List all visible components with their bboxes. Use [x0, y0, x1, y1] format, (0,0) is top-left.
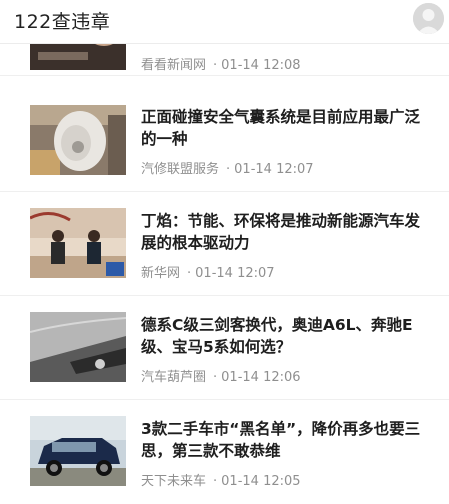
news-item[interactable]: 丁焰：节能、环保将是推动新能源汽车发展的根本驱动力 新华网 · 01-14 12:0…	[0, 192, 449, 296]
news-thumbnail[interactable]	[30, 416, 126, 486]
news-source: 看看新闻网	[141, 58, 207, 73]
news-time: 01-14 12:08	[221, 58, 301, 73]
news-source: 汽车葫芦圈	[141, 370, 207, 385]
news-time: 01-14 12:06	[221, 370, 301, 385]
news-meta: 看看新闻网 · 01-14 12:08	[141, 58, 301, 73]
news-source: 天下未来车	[141, 474, 207, 489]
news-title[interactable]: 丁焰：节能、环保将是推动新能源汽车发展的根本驱动力	[141, 210, 426, 254]
news-meta: 天下未来车 · 01-14 12:05	[141, 474, 301, 489]
news-meta: 新华网 · 01-14 12:07	[141, 266, 275, 281]
news-source: 汽修联盟服务	[141, 162, 220, 177]
news-meta: 汽车葫芦圈 · 01-14 12:06	[141, 370, 301, 385]
news-meta: 汽修联盟服务 · 01-14 12:07	[141, 162, 314, 177]
news-source: 新华网	[141, 266, 181, 281]
news-title[interactable]: 德系C级三剑客换代，奥迪A6L、奔驰E级、宝马5系如何选？	[141, 314, 426, 358]
app-title: 122查违章	[14, 11, 111, 33]
news-time: 01-14 12:07	[234, 162, 314, 177]
news-time: 01-14 12:07	[195, 266, 275, 281]
news-thumbnail[interactable]	[30, 312, 126, 382]
app-header: 122查违章	[0, 0, 449, 44]
news-thumbnail[interactable]	[30, 105, 126, 175]
news-item[interactable]: 正面碰撞安全气囊系统是目前应用最广泛的一种 汽修联盟服务 · 01-14 12:07	[0, 88, 449, 192]
news-title[interactable]: 正面碰撞安全气囊系统是目前应用最广泛的一种	[141, 106, 426, 150]
news-time: 01-14 12:05	[221, 474, 301, 489]
news-feed: 看看新闻网 · 01-14 12:08 正面碰撞安全气囊系统是目前应用最广泛的一种 …	[0, 0, 449, 500]
news-item[interactable]: 德系C级三剑客换代，奥迪A6L、奔驰E级、宝马5系如何选？ 汽车葫芦圈 · 01-1…	[0, 296, 449, 400]
news-title[interactable]: 3款二手车市“黑名单”，降价再多也要三思，第三款不敢恭维	[141, 418, 426, 462]
news-thumbnail[interactable]	[30, 208, 126, 278]
news-item[interactable]: 3款二手车市“黑名单”，降价再多也要三思，第三款不敢恭维 天下未来车 · 01-14…	[0, 400, 449, 504]
user-avatar-icon[interactable]	[413, 3, 444, 34]
